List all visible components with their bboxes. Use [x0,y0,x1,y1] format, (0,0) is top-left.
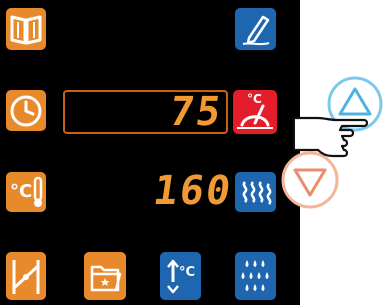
thermometer-probe-icon [237,104,273,129]
temperature-value: 160 [150,168,236,214]
pencil-icon [242,15,270,46]
oven-control-panel: 75 °C °C 160 °C [0,0,300,305]
moisture-button[interactable] [235,252,276,300]
cool-down-icon [167,259,179,294]
water-drops-icon [241,260,269,291]
clock-icon [10,95,42,127]
recipe-book-button[interactable] [6,8,46,50]
time-value: 75 [166,89,226,135]
folder-star-icon [90,265,122,292]
core-probe-button[interactable]: °C [6,172,46,212]
time-display: 75 [63,89,228,135]
fan-speed-icon [12,260,40,294]
programs-folder-button[interactable] [84,252,126,300]
edit-button[interactable] [235,8,276,50]
thermometer-icon [33,176,43,207]
pointing-hand-icon [293,116,369,158]
timer-button[interactable] [6,90,46,131]
humidity-button[interactable] [235,172,276,212]
fan-speed-button[interactable] [6,252,46,300]
core-temp-mode-button[interactable]: °C [233,90,277,134]
book-icon [10,15,42,45]
steam-icon [242,181,272,205]
cool-down-button[interactable]: °C [160,252,201,300]
